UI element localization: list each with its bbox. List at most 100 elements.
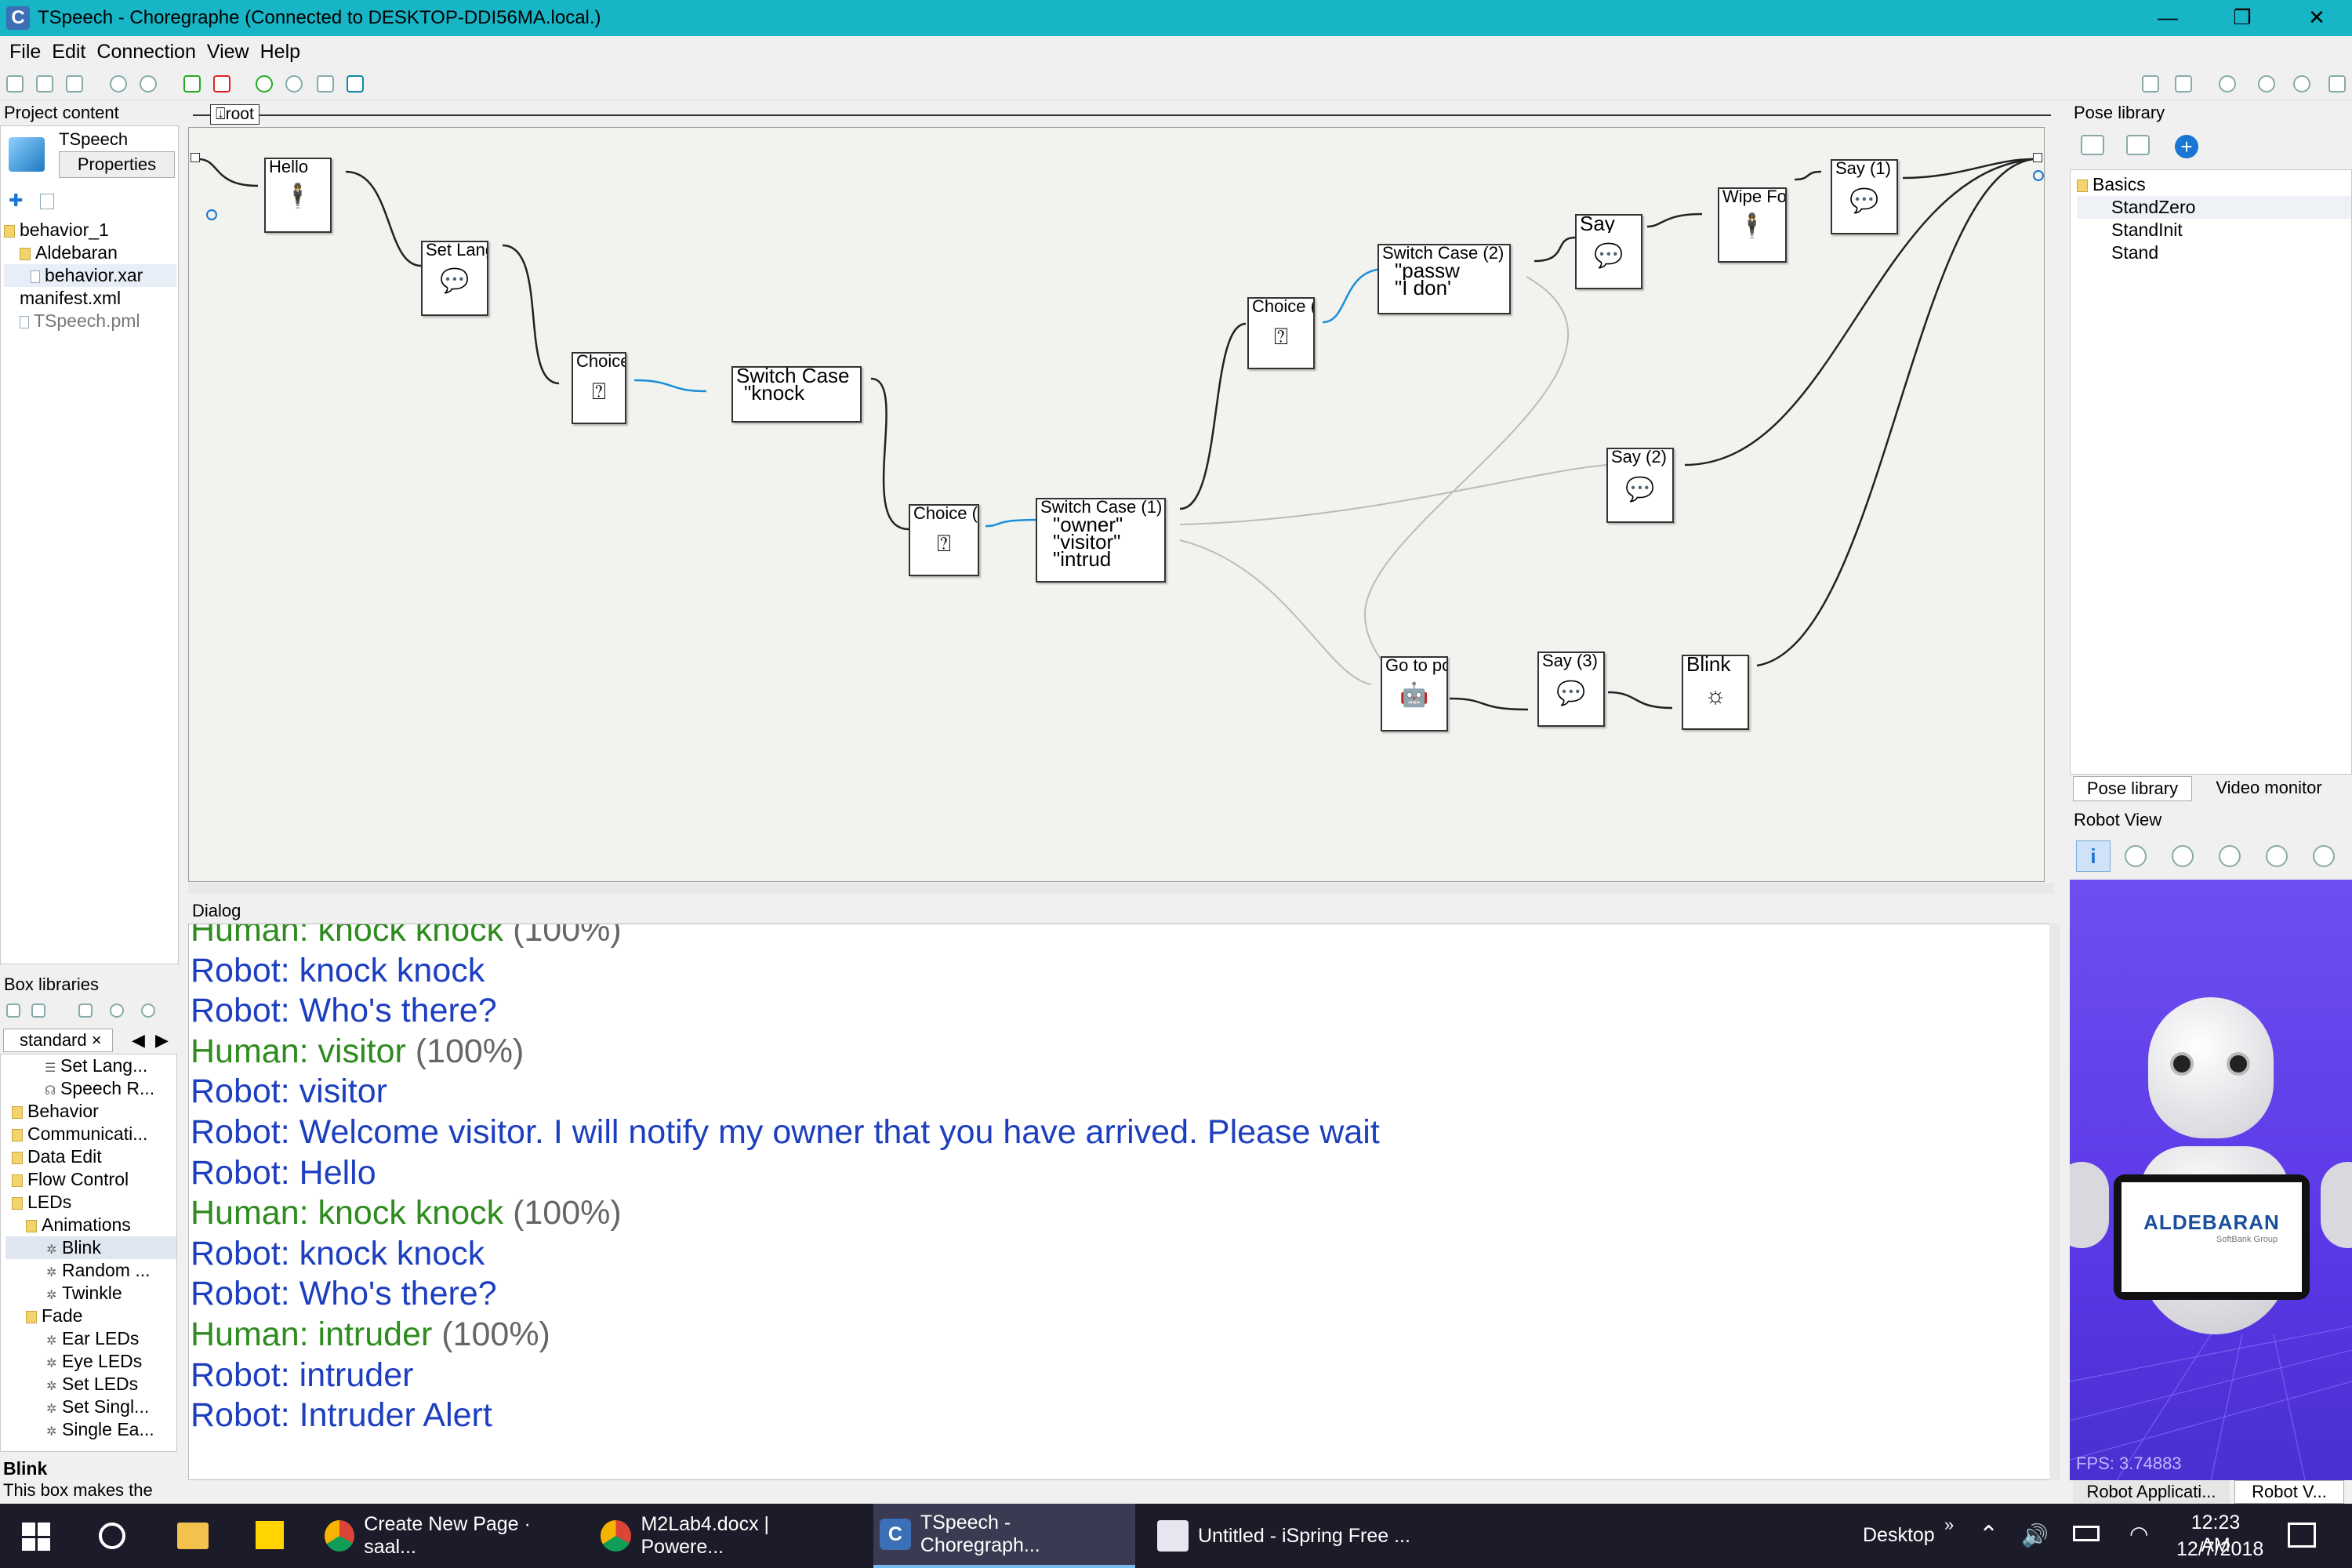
breadcrumb-root[interactable]: ⍗root (210, 104, 260, 125)
flow-box-say-3[interactable]: Say (3) 💬 (1537, 652, 1605, 727)
flow-box-switch-case-2[interactable]: Switch Case (2) "passw "I don' (1377, 244, 1511, 314)
lib-item-communication[interactable]: Communicati... (5, 1123, 176, 1145)
battery-tray-icon[interactable] (2073, 1526, 2100, 1541)
properties-button[interactable]: Properties (59, 151, 175, 178)
redo-icon[interactable] (140, 75, 157, 93)
taskbar-app-ispring[interactable]: Untitled - iSpring Free ... (1157, 1504, 1411, 1568)
maximize-button[interactable]: ❐ (2207, 0, 2278, 36)
robot-3d-view[interactable]: ALDEBARAN SoftBank Group FPS: 3.74883 (2070, 880, 2352, 1480)
flow-box-choice-2[interactable]: Choice (⍰ (909, 504, 979, 576)
menu-file[interactable]: File (9, 41, 41, 64)
wifi-tray-icon[interactable]: ◠ (2129, 1521, 2148, 1547)
disconnect-icon[interactable] (213, 75, 230, 93)
battery-icon[interactable] (2328, 75, 2346, 93)
tree-item-aldebaran[interactable]: Aldebaran (4, 241, 176, 264)
edit-library-icon[interactable] (141, 1004, 155, 1018)
tree-item-tspeech-pml[interactable]: TSpeech.pml (4, 310, 176, 332)
cortana-icon[interactable] (99, 1523, 125, 1549)
tab-robot-applications[interactable]: Robot Applicati... (2073, 1480, 2230, 1504)
new-library-icon[interactable] (6, 1004, 20, 1018)
lib-item-speech-reco[interactable]: ☊ Speech R... (5, 1077, 176, 1100)
flow-box-choice-1[interactable]: Choice ⍰ (572, 352, 626, 424)
lib-item-eye-leds[interactable]: ✲ Eye LEDs (5, 1350, 176, 1373)
save-project-icon[interactable] (66, 75, 83, 93)
lib-item-fade[interactable]: Fade (5, 1305, 176, 1327)
volume-tray-icon[interactable]: 🔊 (2021, 1523, 2049, 1548)
save-library-icon[interactable] (78, 1004, 93, 1018)
open-pose-icon[interactable] (2081, 135, 2104, 155)
menu-help[interactable]: Help (260, 41, 300, 64)
lib-item-data-edit[interactable]: Data Edit (5, 1145, 176, 1168)
search-library-icon[interactable] (110, 1004, 124, 1018)
lib-item-animations[interactable]: Animations (5, 1214, 176, 1236)
behavior-start-port[interactable] (191, 153, 200, 162)
add-pose-icon[interactable]: + (2175, 135, 2198, 158)
flow-diagram-canvas[interactable]: Hello🕴 Set Lang💬 Choice⍰ Switch Case"kno… (188, 127, 2045, 882)
volume-icon[interactable] (347, 75, 364, 93)
behavior-end-indicator[interactable] (2033, 170, 2044, 181)
lib-item-ear-leds[interactable]: ✲ Ear LEDs (5, 1327, 176, 1350)
tab-robot-view[interactable]: Robot V... (2234, 1480, 2344, 1504)
tree-item-behavior-xar[interactable]: behavior.xar (4, 264, 176, 287)
canvas-horizontal-scrollbar[interactable] (188, 883, 2054, 894)
windows-start-icon[interactable] (22, 1523, 50, 1551)
behavior-start-indicator[interactable] (206, 209, 217, 220)
info-icon[interactable]: i (2076, 840, 2111, 872)
open-library-icon[interactable] (31, 1004, 45, 1018)
file-options-icon[interactable] (40, 194, 54, 209)
pose-group-basics[interactable]: Basics (2077, 173, 2351, 196)
flow-box-go-to-posture[interactable]: Go to po 🤖 (1381, 656, 1448, 731)
flow-box-say-2[interactable]: Say (2) 💬 (1606, 448, 1674, 523)
pose-item-standinit[interactable]: StandInit (2077, 219, 2351, 241)
desktop-toolbar-label[interactable]: Desktop (1863, 1524, 1935, 1547)
taskbar-app-choregraphe[interactable]: C TSpeech - Choregraph... (873, 1504, 1135, 1568)
view-option-icon[interactable] (2219, 845, 2241, 867)
view-option-icon[interactable] (2172, 845, 2194, 867)
lib-item-behavior[interactable]: Behavior (5, 1100, 176, 1123)
stop-icon[interactable] (285, 75, 303, 93)
new-project-icon[interactable] (6, 75, 24, 93)
minimize-button[interactable]: — (2132, 0, 2203, 36)
toolbar-expand-icon[interactable]: » (1944, 1515, 1954, 1535)
lib-item-set-leds[interactable]: ✲ Set LEDs (5, 1373, 176, 1396)
lib-item-set-language[interactable]: ☰ Set Lang... (5, 1054, 176, 1077)
flow-box-hello[interactable]: Hello 🕴 (264, 158, 332, 233)
flow-box-wipe-forehead[interactable]: Wipe Fo 🕴 (1718, 187, 1787, 263)
pose-item-stand[interactable]: Stand (2077, 241, 2351, 264)
clock-date[interactable]: 12/7/2018 (2176, 1538, 2263, 1561)
lib-item-set-single[interactable]: ✲ Set Singl... (5, 1396, 176, 1418)
library-tab-standard[interactable]: standard × (3, 1029, 113, 1052)
lib-item-random[interactable]: ✲ Random ... (5, 1259, 176, 1282)
flow-box-blink[interactable]: Blink ☼ (1682, 655, 1749, 730)
open-project-icon[interactable] (36, 75, 53, 93)
dialog-scrollbar[interactable] (2049, 924, 2060, 1480)
tree-item-manifest[interactable]: manifest.xml (4, 287, 176, 310)
flow-box-choice-3[interactable]: Choice (⍰ (1247, 297, 1315, 369)
zoom-icon[interactable] (2313, 845, 2335, 867)
close-button[interactable]: ✕ (2281, 0, 2352, 36)
tray-overflow-icon[interactable]: ⌃ (1979, 1521, 1998, 1548)
tab-scroll-right-icon[interactable]: ▶ (155, 1030, 169, 1051)
add-file-icon[interactable]: ✚ (9, 192, 26, 209)
flow-box-say[interactable]: Say 💬 (1575, 214, 1642, 289)
action-center-icon[interactable] (2288, 1523, 2316, 1548)
lib-item-blink[interactable]: ✲ Blink (5, 1236, 176, 1259)
tree-item-behavior-1[interactable]: behavior_1 (4, 219, 176, 241)
robot-wake-icon[interactable] (2175, 75, 2192, 93)
rest-icon[interactable] (2258, 75, 2275, 93)
flow-box-switch-case[interactable]: Switch Case "knock (731, 366, 862, 423)
tab-pose-library[interactable]: Pose library (2073, 776, 2192, 801)
save-pose-icon[interactable] (2126, 135, 2150, 155)
menu-edit[interactable]: Edit (52, 41, 85, 64)
behavior-end-port[interactable] (2033, 153, 2042, 162)
file-explorer-icon[interactable] (177, 1523, 209, 1549)
play-icon[interactable] (256, 75, 273, 93)
undo-icon[interactable] (110, 75, 127, 93)
flow-box-switch-case-1[interactable]: Switch Case (1) "owner" "visitor" "intrud (1036, 498, 1166, 583)
menu-view[interactable]: View (207, 41, 249, 64)
taskbar-app-chrome-2[interactable]: M2Lab4.docx | Powere... (601, 1504, 855, 1568)
autonomous-life-icon[interactable] (2219, 75, 2236, 93)
sticky-notes-icon[interactable] (256, 1521, 284, 1549)
tab-scroll-left-icon[interactable]: ◀ (132, 1030, 145, 1051)
flow-box-say-1[interactable]: Say (1) 💬 (1831, 159, 1898, 234)
